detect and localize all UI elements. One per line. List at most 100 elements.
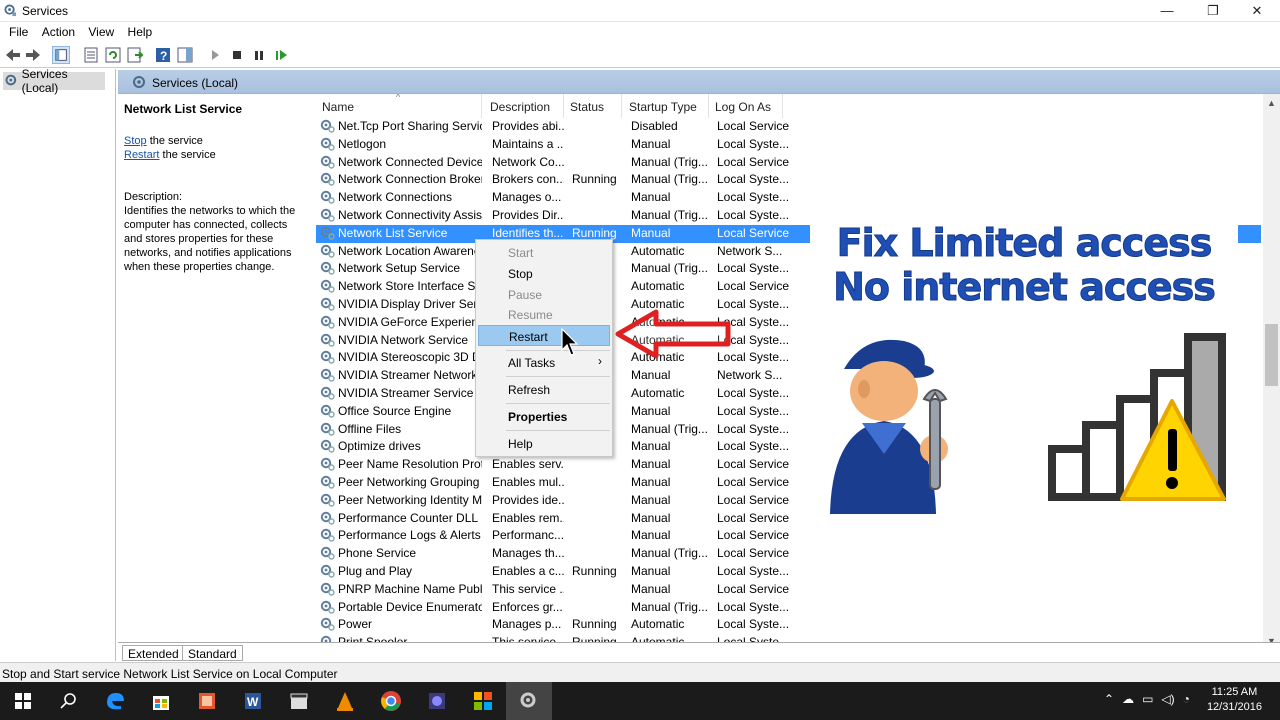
taskbar-edge[interactable] [92,682,138,720]
cell-name: Office Source Engine [338,403,452,418]
maximize-button[interactable]: ❐ [1190,0,1236,22]
table-row[interactable]: Net.Tcp Port Sharing Service Provides abi… [316,118,1261,136]
column-header-startup-type[interactable]: Startup Type [623,94,709,118]
menu-separator [506,350,610,351]
stop-service-link[interactable]: Stop [124,135,147,147]
scroll-thumb[interactable] [1265,324,1278,386]
minimize-button[interactable]: — [1144,0,1190,22]
cell-name: Portable Device Enumerator... [338,599,482,614]
column-header-name[interactable]: Name ^ [316,94,482,118]
menu-item-start[interactable]: Start [478,242,610,263]
submenu-arrow-icon: › [598,354,602,368]
chevron-up-icon[interactable]: ⌃ [1104,692,1114,706]
refresh-icon[interactable] [104,46,122,64]
edge-browser-icon [107,693,124,710]
taskbar-chrome[interactable] [368,682,414,720]
menu-item-resume[interactable]: Resume [478,304,610,325]
cell-name: Peer Networking Grouping [338,475,480,489]
cloud-icon[interactable]: ☁ [1122,692,1134,706]
table-row[interactable]: Network Connections Manages o... Manual Loc… [316,189,1261,207]
menu-item-restart[interactable]: Restart [478,325,610,346]
stop-service-icon[interactable] [228,46,246,64]
tab-extended[interactable]: Extended [122,645,185,661]
cell-description: Maintains a ... [492,136,564,151]
cell-log-on-as: Local Service [717,510,789,525]
cell-name: NVIDIA Display Driver Servic... [338,297,482,311]
scroll-up-arrow[interactable]: ▲ [1267,98,1276,108]
tab-standard[interactable]: Standard [182,645,243,661]
show-console-tree-icon[interactable] [52,46,70,64]
export-list-icon[interactable] [126,46,144,64]
wifi-icon[interactable]: ◔ [1183,692,1190,706]
menu-view[interactable]: View [83,22,119,39]
service-gear-icon [320,171,335,187]
services-gear-icon [520,692,536,708]
cell-log-on-as: Local Syste... [717,403,789,418]
taskbar-vlc[interactable] [322,682,368,720]
cell-name: Network List Service [338,225,482,240]
taskbar-app-orange[interactable] [184,682,230,720]
cell-log-on-as: Network S... [717,243,783,258]
cell-startup-type: Manual (Trig... [631,599,708,614]
restart-service-link[interactable]: Restart [124,149,159,161]
tree-item-services-local[interactable]: Services (Local) [3,67,105,95]
menu-file[interactable]: File [4,22,33,39]
menu-action[interactable]: Action [37,22,80,39]
taskbar-app-blue[interactable] [414,682,460,720]
vertical-scrollbar[interactable]: ▲ ▼ [1263,94,1280,650]
table-row[interactable]: Phone Service Manages th... Manual (Trig..… [316,545,1261,563]
menu-item-all-tasks[interactable]: All Tasks › [478,352,610,373]
service-gear-icon [320,599,335,614]
system-tray: ⌃ ☁ ▭ ◁) ◔ [1104,692,1190,706]
table-row[interactable]: Network Connected Device... Network Co...… [316,154,1261,172]
menu-item-stop[interactable]: Stop [478,263,610,284]
tree-item-label: Services (Local) [21,67,68,95]
menu-item-pause[interactable]: Pause [478,284,610,305]
cell-log-on-as: Local Service [717,119,789,133]
back-arrow-icon[interactable] [4,46,22,64]
column-header-log-on-as[interactable]: Log On As [709,94,783,118]
svg-text:?: ? [160,49,167,63]
column-header-description[interactable]: Description [484,94,564,118]
service-gear-icon [320,421,335,436]
table-row[interactable]: Performance Logs & Alerts Performanc... Ma… [316,527,1261,545]
cell-startup-type: Manual (Trig... [631,546,708,561]
search-button[interactable] [46,682,92,720]
menu-help[interactable]: Help [123,22,158,39]
menu-item-properties[interactable]: Properties [478,406,610,427]
pause-service-icon[interactable] [250,46,268,64]
table-row[interactable]: Netlogon Maintains a ... Manual Local Syste… [316,136,1261,154]
start-button[interactable] [0,682,46,720]
table-row[interactable]: Portable Device Enumerator... Enforces gr… [316,599,1261,617]
status-bar: Stop and Start service Network List Serv… [0,662,1280,682]
menu-item-refresh[interactable]: Refresh [478,379,610,400]
taskbar-app-tiles[interactable] [460,682,506,720]
cell-startup-type: Manual [631,475,671,489]
cell-log-on-as: Local Service [717,154,789,169]
taskbar-services[interactable] [506,682,552,720]
table-row[interactable]: Power Manages p... Running Automatic Local S… [316,616,1261,634]
clock[interactable]: 11:25 AM 12/31/2016 [1207,685,1262,715]
table-row[interactable]: Plug and Play Enables a c... Running Manual… [316,563,1261,581]
taskbar-word[interactable]: W [230,682,276,720]
properties-sheet-icon[interactable] [82,46,100,64]
column-header-status[interactable]: Status [564,94,622,118]
show-action-pane-icon[interactable] [176,46,194,64]
start-service-icon[interactable] [206,46,224,64]
close-button[interactable]: ✕ [1234,0,1280,22]
volume-icon[interactable]: ◁) [1161,692,1174,706]
cell-name: Network Connected Device... [338,154,482,169]
battery-icon[interactable]: ▭ [1142,692,1153,706]
table-row[interactable]: PNRP Machine Name Publi... This service .… [316,581,1261,599]
cell-startup-type: Manual [631,136,671,151]
table-row[interactable]: Network Connection Broker Brokers con... R… [316,171,1261,189]
menu-item-help[interactable]: Help [478,433,610,454]
taskbar-video-editor[interactable] [276,682,322,720]
cell-name: Offline Files [338,421,402,436]
cell-log-on-as: Local Service [717,546,789,561]
taskbar-store[interactable] [138,682,184,720]
forward-arrow-icon[interactable] [24,46,42,64]
cell-name: Optimize drives [338,439,421,454]
restart-service-icon[interactable] [272,46,290,64]
help-icon[interactable]: ? [154,46,172,64]
